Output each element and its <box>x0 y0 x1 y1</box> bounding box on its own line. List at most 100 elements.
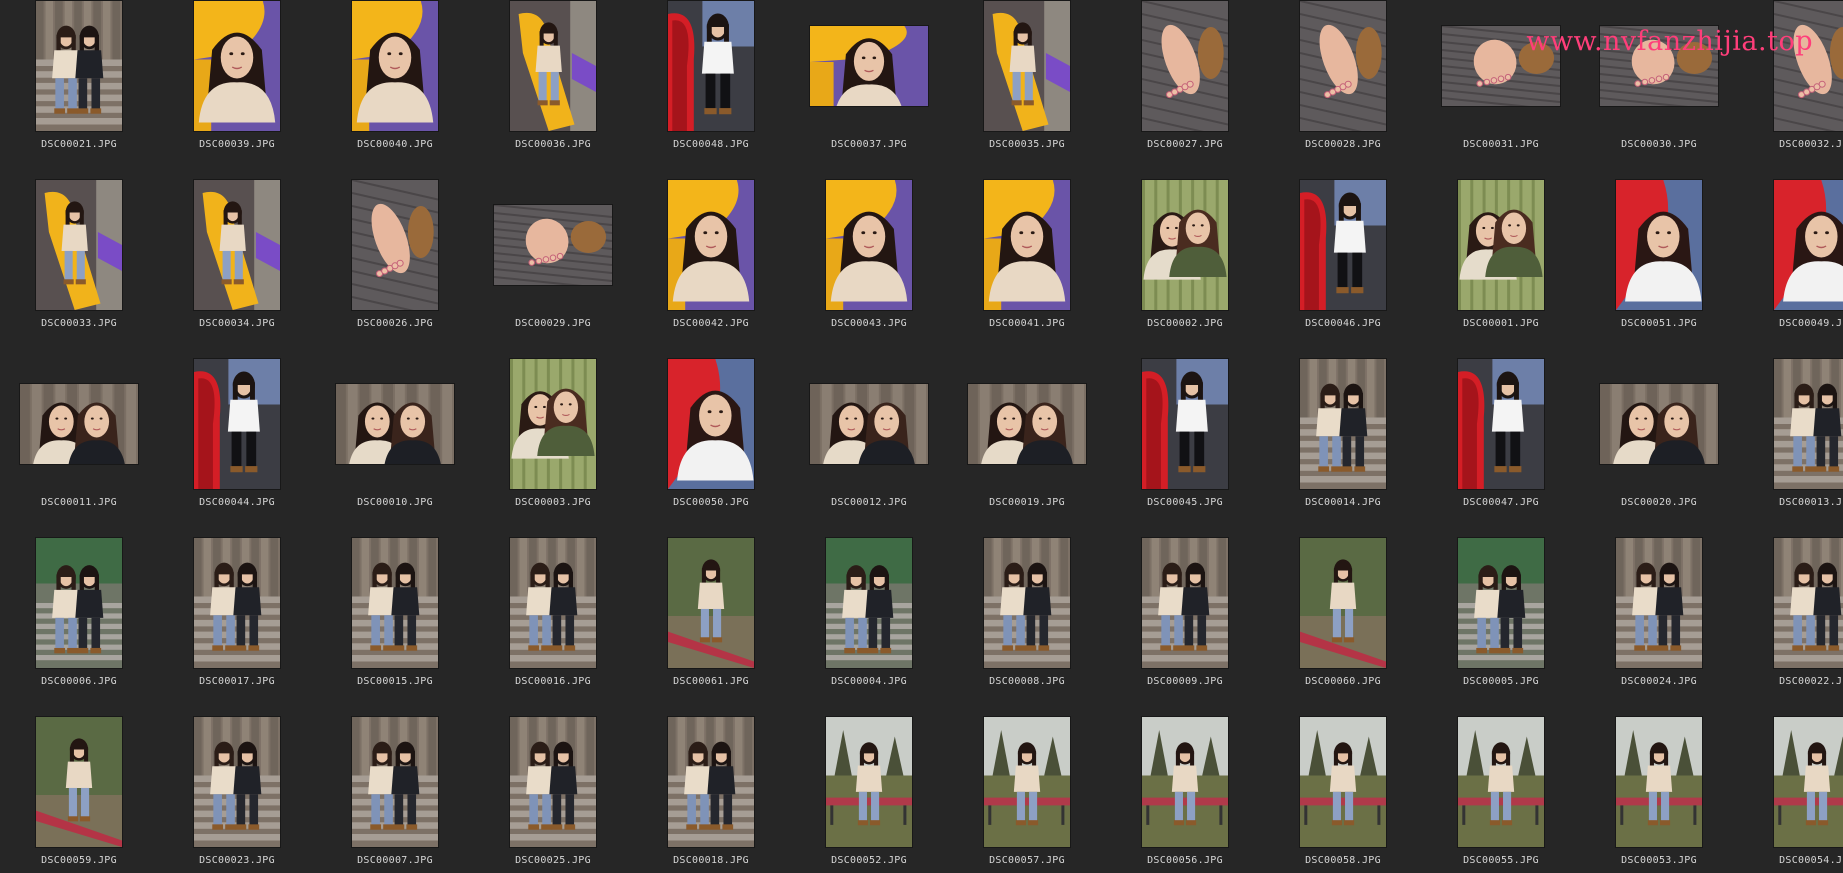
photo-thumbnail[interactable] <box>1458 359 1544 489</box>
file-thumbnail-item[interactable]: DSC00052.JPG <box>790 716 948 873</box>
file-thumbnail-item[interactable]: DSC00007.JPG <box>316 716 474 873</box>
photo-thumbnail[interactable] <box>194 538 280 668</box>
file-thumbnail-item[interactable]: DSC00040.JPG <box>316 0 474 179</box>
file-thumbnail-item[interactable]: DSC00046.JPG <box>1264 179 1422 358</box>
file-thumbnail-item[interactable]: DSC00060.JPG <box>1264 537 1422 716</box>
photo-thumbnail[interactable] <box>352 1 438 131</box>
photo-thumbnail[interactable] <box>352 717 438 847</box>
photo-thumbnail[interactable] <box>36 180 122 310</box>
photo-thumbnail[interactable] <box>1774 180 1843 310</box>
file-thumbnail-item[interactable]: DSC00057.JPG <box>948 716 1106 873</box>
file-thumbnail-item[interactable]: DSC00001.JPG <box>1422 179 1580 358</box>
file-thumbnail-item[interactable]: DSC00010.JPG <box>316 358 474 537</box>
photo-thumbnail[interactable] <box>20 384 138 464</box>
file-thumbnail-item[interactable]: DSC00047.JPG <box>1422 358 1580 537</box>
photo-thumbnail[interactable] <box>1442 26 1560 106</box>
file-thumbnail-item[interactable]: DSC00005.JPG <box>1422 537 1580 716</box>
photo-thumbnail[interactable] <box>1300 717 1386 847</box>
photo-thumbnail[interactable] <box>336 384 454 464</box>
photo-thumbnail[interactable] <box>1142 717 1228 847</box>
photo-thumbnail[interactable] <box>1142 359 1228 489</box>
photo-thumbnail[interactable] <box>1142 1 1228 131</box>
file-thumbnail-item[interactable]: DSC00017.JPG <box>158 537 316 716</box>
file-thumbnail-item[interactable]: DSC00018.JPG <box>632 716 790 873</box>
file-thumbnail-item[interactable]: DSC00008.JPG <box>948 537 1106 716</box>
photo-thumbnail[interactable] <box>810 26 928 106</box>
photo-thumbnail[interactable] <box>510 538 596 668</box>
file-thumbnail-item[interactable]: DSC00011.JPG <box>0 358 158 537</box>
photo-thumbnail[interactable] <box>1458 180 1544 310</box>
photo-thumbnail[interactable] <box>668 359 754 489</box>
file-thumbnail-item[interactable]: DSC00037.JPG <box>790 0 948 179</box>
photo-thumbnail[interactable] <box>826 180 912 310</box>
photo-thumbnail[interactable] <box>810 384 928 464</box>
file-thumbnail-item[interactable]: DSC00024.JPG <box>1580 537 1738 716</box>
file-thumbnail-item[interactable]: DSC00042.JPG <box>632 179 790 358</box>
photo-thumbnail[interactable] <box>826 717 912 847</box>
file-thumbnail-item[interactable]: DSC00013.JPG <box>1738 358 1843 537</box>
file-thumbnail-item[interactable]: DSC00034.JPG <box>158 179 316 358</box>
photo-thumbnail[interactable] <box>352 180 438 310</box>
photo-thumbnail[interactable] <box>984 717 1070 847</box>
photo-thumbnail[interactable] <box>1774 717 1843 847</box>
photo-thumbnail[interactable] <box>36 717 122 847</box>
photo-thumbnail[interactable] <box>1774 1 1843 131</box>
photo-thumbnail[interactable] <box>1458 717 1544 847</box>
file-thumbnail-item[interactable]: DSC00022.JPG <box>1738 537 1843 716</box>
photo-thumbnail[interactable] <box>1616 538 1702 668</box>
file-thumbnail-item[interactable]: DSC00061.JPG <box>632 537 790 716</box>
photo-thumbnail[interactable] <box>1300 1 1386 131</box>
photo-thumbnail[interactable] <box>668 180 754 310</box>
photo-thumbnail[interactable] <box>1774 538 1843 668</box>
file-thumbnail-item[interactable]: DSC00059.JPG <box>0 716 158 873</box>
photo-thumbnail[interactable] <box>1300 180 1386 310</box>
photo-thumbnail[interactable] <box>36 538 122 668</box>
photo-thumbnail[interactable] <box>1300 359 1386 489</box>
file-thumbnail-item[interactable]: DSC00048.JPG <box>632 0 790 179</box>
photo-thumbnail[interactable] <box>494 205 612 285</box>
file-thumbnail-item[interactable]: DSC00003.JPG <box>474 358 632 537</box>
photo-thumbnail[interactable] <box>668 717 754 847</box>
file-thumbnail-item[interactable]: DSC00049.JPG <box>1738 179 1843 358</box>
file-thumbnail-item[interactable]: DSC00036.JPG <box>474 0 632 179</box>
file-thumbnail-item[interactable]: DSC00006.JPG <box>0 537 158 716</box>
file-thumbnail-item[interactable]: DSC00056.JPG <box>1106 716 1264 873</box>
file-thumbnail-item[interactable]: DSC00023.JPG <box>158 716 316 873</box>
file-thumbnail-item[interactable]: DSC00030.JPG <box>1580 0 1738 179</box>
photo-thumbnail[interactable] <box>668 538 754 668</box>
file-thumbnail-item[interactable]: DSC00021.JPG <box>0 0 158 179</box>
photo-thumbnail[interactable] <box>984 180 1070 310</box>
file-thumbnail-item[interactable]: DSC00012.JPG <box>790 358 948 537</box>
photo-thumbnail[interactable] <box>826 538 912 668</box>
photo-thumbnail[interactable] <box>984 538 1070 668</box>
file-thumbnail-item[interactable]: DSC00016.JPG <box>474 537 632 716</box>
photo-thumbnail[interactable] <box>1600 26 1718 106</box>
file-thumbnail-item[interactable]: DSC00045.JPG <box>1106 358 1264 537</box>
photo-thumbnail[interactable] <box>510 359 596 489</box>
file-thumbnail-item[interactable]: DSC00033.JPG <box>0 179 158 358</box>
photo-thumbnail[interactable] <box>1142 180 1228 310</box>
photo-thumbnail[interactable] <box>984 1 1070 131</box>
photo-thumbnail[interactable] <box>968 384 1086 464</box>
file-thumbnail-item[interactable]: DSC00020.JPG <box>1580 358 1738 537</box>
file-thumbnail-item[interactable]: DSC00043.JPG <box>790 179 948 358</box>
file-thumbnail-item[interactable]: DSC00015.JPG <box>316 537 474 716</box>
file-thumbnail-item[interactable]: DSC00051.JPG <box>1580 179 1738 358</box>
file-thumbnail-item[interactable]: DSC00004.JPG <box>790 537 948 716</box>
file-thumbnail-item[interactable]: DSC00039.JPG <box>158 0 316 179</box>
photo-thumbnail[interactable] <box>1600 384 1718 464</box>
photo-thumbnail[interactable] <box>1616 180 1702 310</box>
file-thumbnail-item[interactable]: DSC00028.JPG <box>1264 0 1422 179</box>
file-thumbnail-item[interactable]: DSC00054.JPG <box>1738 716 1843 873</box>
file-thumbnail-item[interactable]: DSC00041.JPG <box>948 179 1106 358</box>
photo-thumbnail[interactable] <box>1774 359 1843 489</box>
photo-thumbnail[interactable] <box>194 359 280 489</box>
photo-thumbnail[interactable] <box>36 1 122 131</box>
photo-thumbnail[interactable] <box>194 180 280 310</box>
file-thumbnail-item[interactable]: DSC00027.JPG <box>1106 0 1264 179</box>
photo-thumbnail[interactable] <box>510 1 596 131</box>
photo-thumbnail[interactable] <box>510 717 596 847</box>
file-thumbnail-item[interactable]: DSC00035.JPG <box>948 0 1106 179</box>
file-thumbnail-item[interactable]: DSC00031.JPG <box>1422 0 1580 179</box>
photo-thumbnail[interactable] <box>1300 538 1386 668</box>
